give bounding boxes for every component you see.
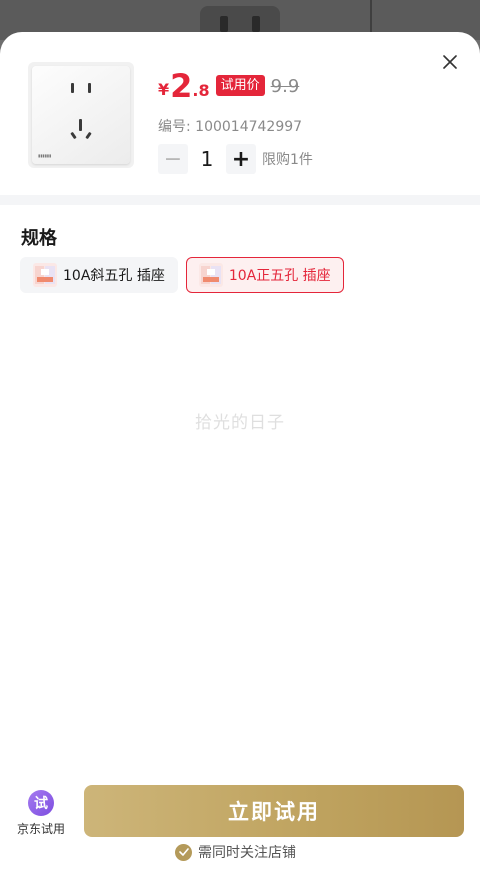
bottom-action-bar: 试 京东试用 立即试用 需同时关注店铺 [0, 782, 480, 886]
jd-trial-label: 京东试用 [16, 822, 65, 836]
trial-price-decimal: .8 [192, 81, 210, 100]
quantity-stepper: − 1 + 限购1件 [158, 144, 313, 174]
spec-option-label: 10A斜五孔 插座 [63, 268, 165, 284]
spec-options: 10A斜五孔 插座 10A正五孔 插座 [20, 257, 344, 293]
quantity-value[interactable]: 1 [188, 147, 226, 171]
spec-title: 规格 [21, 228, 57, 249]
spec-thumbnail [198, 263, 223, 287]
section-divider [0, 195, 480, 205]
check-icon[interactable] [175, 843, 192, 861]
original-price: 9.9 [270, 76, 300, 97]
follow-store-label: 需同时关注店铺 [198, 845, 296, 861]
follow-store-note: 需同时关注店铺 [175, 842, 296, 862]
trial-price-badge: 试用价 [215, 75, 265, 96]
socket-hole [85, 131, 92, 140]
product-code: 编号: 100014742997 [158, 119, 303, 135]
spec-picker-sheet: ▮▮▮▮▮▮ ¥ 2 .8 试用价 9.9 编号: 100014742997 −… [0, 32, 480, 886]
socket-hole [70, 131, 77, 140]
minus-icon[interactable]: − [158, 144, 188, 174]
price-row: ¥ 2 .8 试用价 9.9 [158, 62, 299, 102]
trial-price-integer: 2 [170, 67, 193, 105]
socket-hole [79, 119, 82, 131]
jd-trial-entry[interactable]: 试 京东试用 [10, 790, 72, 840]
spec-option-label: 10A正五孔 插座 [228, 268, 331, 284]
socket-plate: ▮▮▮▮▮▮ [32, 66, 130, 164]
brand-mark: ▮▮▮▮▮▮ [38, 153, 52, 158]
close-icon[interactable] [438, 50, 462, 74]
spec-option-slanted[interactable]: 10A斜五孔 插座 [20, 257, 178, 293]
apply-trial-button[interactable]: 立即试用 [84, 785, 464, 837]
product-image: ▮▮▮▮▮▮ [28, 62, 134, 168]
currency-symbol: ¥ [158, 80, 170, 99]
purchase-limit: 限购1件 [262, 152, 313, 168]
socket-hole [88, 83, 91, 93]
socket-hole [71, 83, 74, 93]
watermark-text: 拾光的日子 [195, 413, 285, 433]
spec-thumbnail [33, 263, 57, 287]
spec-option-straight[interactable]: 10A正五孔 插座 [185, 257, 344, 293]
plus-icon[interactable]: + [226, 144, 256, 174]
trial-icon: 试 [28, 790, 54, 816]
